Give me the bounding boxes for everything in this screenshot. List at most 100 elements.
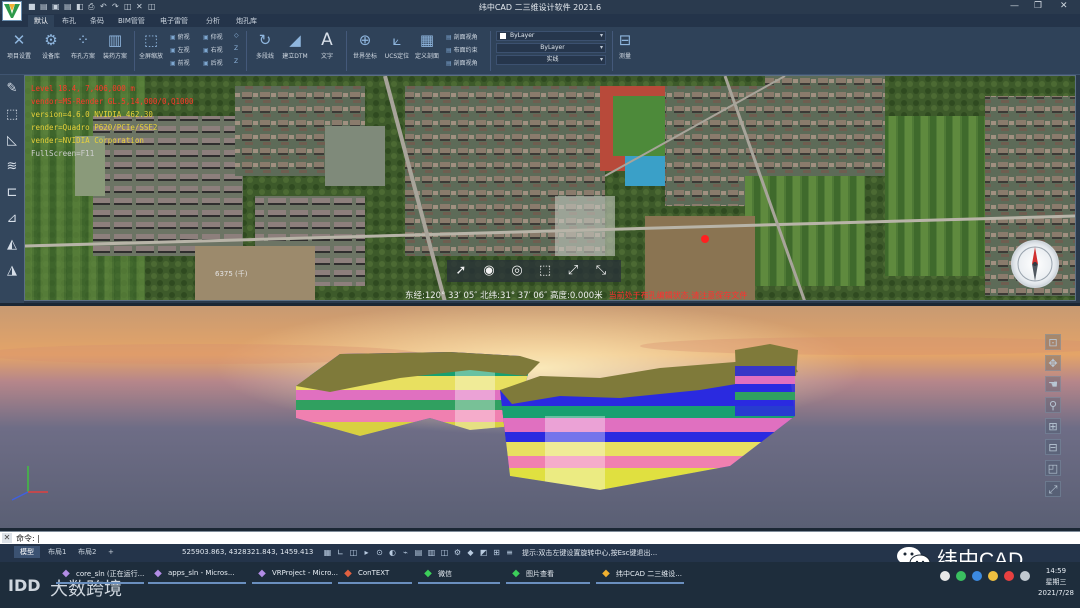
polyline-button[interactable]: ↻ 多段线 [248,31,282,60]
ucs-locate-button[interactable]: ⟀ UCS定位 [380,31,414,60]
status-toggle-icon[interactable]: ◫ [439,547,450,558]
scene-nav-icon[interactable]: ☚ [1045,376,1061,392]
taskbar-item[interactable]: ◆ 微信 [418,566,500,584]
satellite-map-view[interactable]: Level 18.4, 7,406,000 m vendor=MS-Render … [24,75,1076,301]
map-tool-icon[interactable]: ◭ [4,237,20,253]
view-top-button[interactable]: ▣ 俯视 [170,32,190,41]
status-toggle-icon[interactable]: ⌁ [400,547,411,558]
status-toggle-icon[interactable]: ▤ [413,547,424,558]
view-back-button[interactable]: ▣ 后视 [203,58,223,67]
layer-select[interactable]: ByLayer ▾ [496,31,606,41]
system-clock[interactable]: 14:59 星期三 2021/7/28 [1036,566,1076,599]
project-settings-button[interactable]: ✕ 项目设置 [2,31,36,60]
render-info-line: FullScreen=F11 [31,149,95,158]
scene-nav-icon[interactable]: ⊡ [1045,334,1061,350]
text-button[interactable]: A 文字 [310,31,344,60]
taskbar-item[interactable]: ◆ VRProject - Micro... [252,566,338,584]
tray-notify-icon[interactable] [1004,571,1014,581]
taskbar-item[interactable]: ◆ 图片查看 [506,566,590,584]
eye-outline-icon[interactable]: ◉ [481,263,497,279]
box-select-icon[interactable]: ⬚ [537,263,553,279]
view-left-button[interactable]: ▣ 左视 [170,45,190,54]
equipment-library-button[interactable]: ⚙ 设备库 [34,31,68,60]
status-toggle-icon[interactable]: ▦ [322,547,333,558]
hole-layout-button[interactable]: ⁘ 布孔方案 [66,31,100,60]
location-marker[interactable] [701,235,709,243]
ribbon-tab[interactable]: 炮孔库 [230,15,263,27]
charge-scheme-button[interactable]: ▥ 装药方案 [98,31,132,60]
map-tool-icon[interactable]: ◮ [4,263,20,279]
linetype-select[interactable]: ByLayer ▾ [496,43,606,53]
layout-tab[interactable]: 布局2 [72,546,102,558]
status-toggle-icon[interactable]: ≡ [504,547,515,558]
scene-nav-icon[interactable]: ⤢ [1045,481,1061,497]
add-layout-button[interactable]: + [102,546,120,558]
taskbar-item[interactable]: ◆ apps_sln - Micros... [148,566,246,584]
status-toggle-icon[interactable]: ◐ [387,547,398,558]
ribbon-tab[interactable]: 条码 [84,15,110,27]
maximize-button[interactable]: ❐ [1034,1,1042,11]
view-front-button[interactable]: ▣ 前视 [170,58,190,67]
status-toggle-icon[interactable]: ∟ [335,547,346,558]
ribbon-tab[interactable]: BIM管管 [112,15,151,27]
map-tool-icon[interactable]: ≋ [4,159,20,175]
status-toggle-icon[interactable]: ▥ [426,547,437,558]
measure-button[interactable]: ⊟ 测量 [608,31,642,60]
view-right-button[interactable]: ▣ 右视 [203,45,223,54]
tray-network-icon[interactable] [972,571,982,581]
surface-constraint-button[interactable]: ▤ 布面约束 [446,45,478,54]
taskbar-item[interactable]: ◆ ConTEXT [338,566,412,584]
scene-nav-icon[interactable]: ⊞ [1045,418,1061,434]
app-logo-icon[interactable] [2,1,22,21]
expand-icon[interactable]: ⤢ [565,263,581,279]
map-tool-icon[interactable]: ◺ [4,133,20,149]
view-bottom-button[interactable]: ▣ 仰视 [203,32,223,41]
define-section-button[interactable]: ▦ 定义剖面 [410,31,444,60]
section-view-button[interactable]: ▤ 剖面视角 [446,32,478,41]
status-toggle-icon[interactable]: ▸ [361,547,372,558]
tray-app-icon[interactable] [940,571,950,581]
map-tool-icon[interactable]: ⊏ [4,185,20,201]
collapse-icon[interactable]: ⤡ [593,263,609,279]
select-arrow-icon[interactable]: ➚ [453,263,469,279]
close-icon[interactable]: ✕ [2,533,12,543]
zoom-extent-icon[interactable]: ◇ [234,32,239,39]
status-toggle-icon[interactable]: ⊞ [491,547,502,558]
tray-volume-icon[interactable] [1020,571,1030,581]
tray-wechat-icon[interactable] [956,571,966,581]
status-toggle-icon[interactable]: ◩ [478,547,489,558]
zoom-in-icon[interactable]: Z [234,45,238,52]
status-toggle-icon[interactable]: ⚙ [452,547,463,558]
3d-viewport[interactable]: ⊡ ✥ ☚ ⚲ ⊞ ⊟ ◰ ⤢ [0,306,1080,528]
status-toggle-icon[interactable]: ◫ [348,547,359,558]
lineweight-select[interactable]: 实线 ▾ [496,55,606,65]
taskbar-item[interactable]: ◆ core_sln (正在运行... [56,566,144,584]
layout-tab[interactable]: 布局1 [42,546,72,558]
map-tool-icon[interactable]: ⊿ [4,211,20,227]
close-button[interactable]: ✕ [1060,1,1068,11]
taskbar-item[interactable]: ◆ 纬中CAD 二三维设... [596,566,684,584]
ribbon-tab[interactable]: 电子雷管 [154,15,194,27]
fullscreen-zoom-button[interactable]: ⬚ 全屏缩放 [134,31,168,60]
world-coord-button[interactable]: ⊕ 世界坐标 [348,31,382,60]
ribbon-tab[interactable]: 默认 [28,15,54,27]
ribbon-tab[interactable]: 分析 [200,15,226,27]
scene-nav-icon[interactable]: ✥ [1045,355,1061,371]
scene-nav-icon[interactable]: ◰ [1045,460,1061,476]
status-toggle-icon[interactable]: ◆ [465,547,476,558]
eye-icon[interactable]: ◎ [509,263,525,279]
compass-icon[interactable] [1011,240,1059,288]
section-view-button-2[interactable]: ▤ 剖面视角 [446,58,478,67]
minimize-button[interactable]: — [1010,1,1019,11]
scene-nav-icon[interactable]: ⊟ [1045,439,1061,455]
layout-tab[interactable]: 模型 [14,546,40,558]
command-prompt[interactable]: 命令: | [16,533,40,544]
map-tool-icon[interactable]: ⬚ [4,107,20,123]
tray-shield-icon[interactable] [988,571,998,581]
status-toggle-icon[interactable]: ⊙ [374,547,385,558]
map-tool-icon[interactable]: ✎ [4,81,20,97]
scene-nav-icon[interactable]: ⚲ [1045,397,1061,413]
ribbon-tab[interactable]: 布孔 [56,15,82,27]
build-dtm-button[interactable]: ◢ 建立DTM [278,31,312,60]
zoom-out-icon[interactable]: Z [234,58,238,65]
